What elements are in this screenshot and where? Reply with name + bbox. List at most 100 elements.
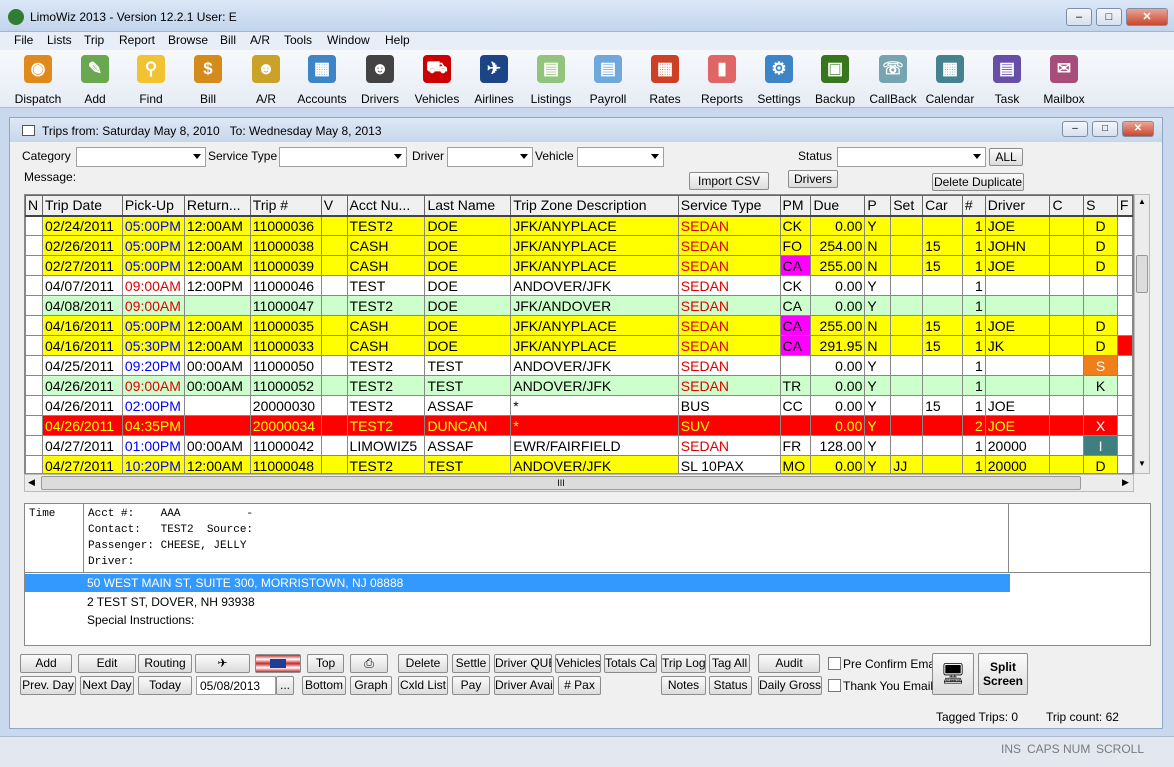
- toolbar-ar-button[interactable]: ☻ A/R: [234, 53, 298, 107]
- toolbar-payroll-button[interactable]: ▤ Payroll: [576, 53, 640, 107]
- bottom-button[interactable]: Bottom: [302, 676, 346, 695]
- service-type-select[interactable]: [279, 147, 407, 167]
- menu-bill[interactable]: Bill: [220, 33, 236, 47]
- scroll-down-icon[interactable]: ▼: [1138, 459, 1146, 468]
- status-button[interactable]: Status: [709, 676, 752, 695]
- scroll-right-icon[interactable]: ▶: [1122, 477, 1129, 488]
- column-header[interactable]: C: [1049, 195, 1085, 217]
- trips-grid[interactable]: N Trip Date Pick-Up Return... Trip # V Acct Nu…: [24, 194, 1134, 474]
- horizontal-scroll-thumb[interactable]: III: [41, 476, 1081, 490]
- column-header[interactable]: P: [864, 195, 892, 217]
- trip-row[interactable]: 04/26/2011 02:00PM 20000030 TEST2 ASSAF * BUS C…: [25, 395, 1133, 416]
- column-header[interactable]: Set: [890, 195, 924, 217]
- prev-day-button[interactable]: Prev. Day: [20, 676, 76, 695]
- toolbar-find-button[interactable]: ⚲ Find: [119, 53, 183, 107]
- vehicles-button[interactable]: Vehicles: [555, 654, 601, 673]
- pax-button[interactable]: # Pax: [558, 676, 601, 695]
- vehicle-select[interactable]: [577, 147, 664, 167]
- trip-row[interactable]: 02/27/2011 05:00PM 12:00AM 11000039 CASH DOE J…: [25, 255, 1133, 276]
- menu-ar[interactable]: A/R: [250, 33, 270, 47]
- driver-select[interactable]: [447, 147, 533, 167]
- toolbar-rates-button[interactable]: ▦ Rates: [633, 53, 697, 107]
- toolbar-vehicles-button[interactable]: ⛟ Vehicles: [405, 53, 469, 107]
- toolbar-drivers-button[interactable]: ☻ Drivers: [348, 53, 412, 107]
- column-header[interactable]: PM: [779, 195, 812, 217]
- menu-file[interactable]: File: [14, 33, 33, 47]
- delete-button[interactable]: Delete: [398, 654, 448, 673]
- child-close-icon[interactable]: ✕: [1122, 121, 1154, 137]
- scroll-left-icon[interactable]: ◀: [28, 477, 35, 488]
- edit-button[interactable]: Edit: [78, 654, 136, 673]
- airline-button[interactable]: ✈: [195, 654, 250, 673]
- import-csv-button[interactable]: Import CSV: [689, 172, 769, 190]
- toolbar-backup-button[interactable]: ▣ Backup: [803, 53, 867, 107]
- menu-report[interactable]: Report: [119, 33, 155, 47]
- driver-avail-button[interactable]: Driver Avail: [494, 676, 554, 695]
- toolbar-bill-button[interactable]: $ Bill: [176, 53, 240, 107]
- trip-row[interactable]: 04/08/2011 09:00AM 11000047 TEST2 DOE JFK/AND…: [25, 295, 1133, 316]
- column-header[interactable]: Return...: [183, 195, 251, 217]
- close-icon[interactable]: ✕: [1126, 8, 1168, 26]
- toolbar-task-button[interactable]: ▤ Task: [975, 53, 1039, 107]
- audit-button[interactable]: Audit: [758, 654, 820, 673]
- maximize-icon[interactable]: □: [1096, 8, 1122, 26]
- notes-button[interactable]: Notes: [661, 676, 706, 695]
- routing-button[interactable]: Routing: [138, 654, 192, 673]
- trip-row[interactable]: 04/27/2011 01:00PM 00:00AM 11000042 LIMOWIZ5…: [25, 435, 1133, 456]
- grid-horizontal-scrollbar[interactable]: ◀ III ▶: [24, 474, 1134, 492]
- vertical-scroll-thumb[interactable]: [1136, 255, 1148, 293]
- menu-browse[interactable]: Browse: [168, 33, 208, 47]
- column-header[interactable]: Acct Nu...: [346, 195, 426, 217]
- toolbar-accounts-button[interactable]: ▦ Accounts: [290, 53, 354, 107]
- split-screen-button[interactable]: Split Screen: [978, 653, 1028, 695]
- toolbar-listings-button[interactable]: ▤ Listings: [519, 53, 583, 107]
- category-select[interactable]: [76, 147, 206, 167]
- drivers-button[interactable]: Drivers: [788, 170, 838, 188]
- column-header[interactable]: V: [320, 195, 348, 217]
- status-select[interactable]: [837, 147, 986, 167]
- us-flag-button[interactable]: [255, 654, 301, 673]
- column-header[interactable]: Due: [810, 195, 866, 217]
- child-maximize-icon[interactable]: □: [1092, 121, 1118, 137]
- cxld-list-button[interactable]: Cxld List: [398, 676, 448, 695]
- column-header[interactable]: Car: [922, 195, 963, 217]
- column-header[interactable]: #: [961, 195, 986, 217]
- add-button[interactable]: Add: [20, 654, 72, 673]
- column-header[interactable]: Pick-Up: [121, 195, 185, 217]
- toolbar-settings-button[interactable]: ⚙ Settings: [747, 53, 811, 107]
- scroll-up-icon[interactable]: ▲: [1138, 197, 1146, 206]
- column-header[interactable]: N: [25, 195, 43, 217]
- trip-row[interactable]: 04/16/2011 05:00PM 12:00AM 11000035 CASH DOE J…: [25, 315, 1133, 336]
- trip-log-button[interactable]: Trip Log: [661, 654, 706, 673]
- column-header[interactable]: Service Type: [677, 195, 781, 217]
- trip-row[interactable]: 04/26/2011 04:35PM 20000034 TEST2 DUNCAN * SUV…: [25, 415, 1133, 436]
- column-header[interactable]: Trip Zone Description: [510, 195, 679, 217]
- column-header[interactable]: F: [1116, 195, 1133, 217]
- menu-window[interactable]: Window: [327, 33, 370, 47]
- child-minimize-icon[interactable]: –: [1062, 121, 1088, 137]
- menu-trip[interactable]: Trip: [84, 33, 104, 47]
- column-header[interactable]: S: [1083, 195, 1118, 217]
- thank-you-email-checkbox[interactable]: [828, 679, 841, 692]
- toolbar-airlines-button[interactable]: ✈ Airlines: [462, 53, 526, 107]
- date-picker-button[interactable]: ...: [276, 676, 294, 695]
- toolbar-dispatch-button[interactable]: ◉ Dispatch: [6, 53, 70, 107]
- trip-row[interactable]: 04/27/2011 10:20PM 12:00AM 11000048 TEST2 TES…: [25, 455, 1133, 473]
- toolbar-calendar-button[interactable]: ▦ Calendar: [918, 53, 982, 107]
- toolbar-callback-button[interactable]: ☏ CallBack: [861, 53, 925, 107]
- split-screen-icon-button[interactable]: 🖥: [932, 653, 974, 695]
- column-header[interactable]: Trip Date: [41, 195, 123, 217]
- totals-cal-button[interactable]: Totals Cal: [604, 654, 657, 673]
- toolbar-mailbox-button[interactable]: ✉ Mailbox: [1032, 53, 1096, 107]
- pay-button[interactable]: Pay: [452, 676, 490, 695]
- trip-row[interactable]: 02/24/2011 05:00PM 12:00AM 11000036 TEST2 DOE…: [25, 215, 1133, 236]
- minimize-icon[interactable]: –: [1066, 8, 1092, 26]
- delete-duplicate-button[interactable]: Delete Duplicate: [932, 173, 1024, 191]
- next-day-button[interactable]: Next Day: [80, 676, 134, 695]
- graph-button[interactable]: Graph: [350, 676, 392, 695]
- trip-row[interactable]: 04/25/2011 09:20PM 00:00AM 11000050 TEST2 TES…: [25, 355, 1133, 376]
- trip-row[interactable]: 04/07/2011 09:00AM 12:00PM 11000046 TEST DOE A…: [25, 275, 1133, 296]
- top-button[interactable]: Top: [307, 654, 344, 673]
- grid-vertical-scrollbar[interactable]: ▲ ▼: [1134, 194, 1150, 474]
- pre-confirm-email-checkbox[interactable]: [828, 657, 841, 670]
